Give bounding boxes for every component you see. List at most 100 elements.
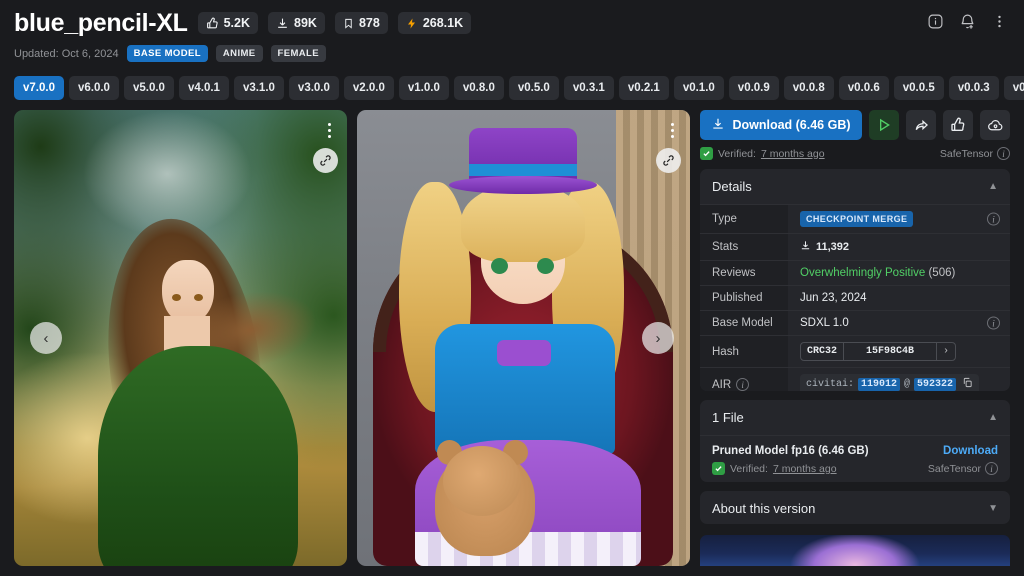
version-tab-16[interactable]: v0.0.5 <box>894 76 944 100</box>
image-more-icon[interactable] <box>663 117 681 143</box>
cloud-lock-button[interactable] <box>980 110 1010 140</box>
version-tab-17[interactable]: v0.0.3 <box>949 76 999 100</box>
file-verified-time-link[interactable]: 7 months ago <box>773 463 837 475</box>
version-tab-8[interactable]: v0.8.0 <box>454 76 504 100</box>
details-panel-header[interactable]: Details ▲ <box>700 169 1010 204</box>
file-verified-label: Verified: <box>730 463 768 475</box>
generate-button[interactable] <box>869 110 899 140</box>
more-vertical-icon[interactable] <box>984 6 1014 36</box>
remix-icon[interactable] <box>656 148 681 173</box>
model-page: blue_pencil-XL 5.2K 89K 878 <box>0 0 1024 576</box>
info-icon[interactable]: i <box>736 378 749 391</box>
decor-eye-right <box>537 258 554 274</box>
decor-face <box>162 260 214 324</box>
version-tab-11[interactable]: v0.2.1 <box>619 76 669 100</box>
carousel-image-1[interactable]: ‹ <box>14 110 347 566</box>
carousel-next-button[interactable]: › <box>642 322 674 354</box>
version-tab-3[interactable]: v4.0.1 <box>179 76 229 100</box>
hash-value: 15F98C4B <box>844 343 936 360</box>
version-tab-4[interactable]: v3.1.0 <box>234 76 284 100</box>
file-row: Pruned Model fp16 (6.46 GB) Download Ver… <box>700 435 1010 481</box>
safetensor-group: SafeTensor i <box>940 147 1010 160</box>
image-carousel: ‹ <box>14 110 690 566</box>
verified-left: Verified: 7 months ago <box>700 147 825 160</box>
stat-buzz[interactable]: 268.1K <box>398 12 471 34</box>
details-table: Type CHECKPOINT MERGE i Stats <box>700 204 1010 391</box>
air-value-box[interactable]: civitai: 119012 @ 592322 <box>800 374 979 391</box>
version-tab-12[interactable]: v0.1.0 <box>674 76 724 100</box>
version-tab-18[interactable]: v0.0.1 <box>1004 76 1024 100</box>
tag-anime[interactable]: ANIME <box>216 45 263 62</box>
decor-hat-band <box>469 164 577 176</box>
about-panel-header[interactable]: About this version ▼ <box>700 491 1010 525</box>
row-key-reviews: Reviews <box>700 261 788 286</box>
files-heading: 1 File <box>712 410 744 425</box>
version-tab-5[interactable]: v3.0.0 <box>289 76 339 100</box>
model-sidebar: Download (6.46 GB) <box>700 110 1010 566</box>
decor-green-dress <box>98 346 298 566</box>
verified-time-link[interactable]: 7 months ago <box>761 148 825 160</box>
carousel-prev-button[interactable]: ‹ <box>30 322 62 354</box>
version-tab-6[interactable]: v2.0.0 <box>344 76 394 100</box>
air-prefix: civitai: <box>806 379 854 390</box>
table-row: Hash CRC32 15F98C4B › <box>700 336 1010 368</box>
table-row: Stats 11,392 <box>700 234 1010 261</box>
version-tab-0[interactable]: v7.0.0 <box>14 76 64 100</box>
copy-icon[interactable] <box>962 377 973 391</box>
about-panel: About this version ▼ <box>700 491 1010 525</box>
row-value-published: Jun 23, 2024 <box>788 286 1010 311</box>
hash-algo-label: CRC32 <box>801 343 844 360</box>
info-icon[interactable]: i <box>997 147 1010 160</box>
remix-icon[interactable] <box>313 148 338 173</box>
row-key-type: Type <box>700 205 788 234</box>
header-icon-group <box>920 6 1014 36</box>
row-key-hash: Hash <box>700 336 788 368</box>
chevron-right-icon[interactable]: › <box>936 343 955 360</box>
version-tabs: v7.0.0 v6.0.0 v5.0.0 v4.0.1 v3.1.0 v3.0.… <box>0 76 1024 100</box>
file-download-link[interactable]: Download <box>943 445 998 457</box>
bell-plus-icon[interactable] <box>952 6 982 36</box>
bottom-preview-banner[interactable] <box>700 535 1010 566</box>
carousel-image-2[interactable]: › <box>357 110 690 566</box>
image-more-icon[interactable] <box>320 117 338 143</box>
stat-bookmarks[interactable]: 878 <box>335 12 388 34</box>
share-button[interactable] <box>906 110 936 140</box>
row-key-published: Published <box>700 286 788 311</box>
info-icon[interactable]: i <box>985 462 998 475</box>
info-icon[interactable]: i <box>987 317 1000 330</box>
verified-label: Verified: <box>718 148 756 160</box>
file-bottom-row: Verified: 7 months ago SafeTensor i <box>712 462 998 475</box>
files-panel-header[interactable]: 1 File ▲ <box>700 400 1010 435</box>
hash-control[interactable]: CRC32 15F98C4B › <box>800 342 956 361</box>
table-row: AIR i civitai: 119012 @ 592322 <box>700 368 1010 392</box>
version-tab-1[interactable]: v6.0.0 <box>69 76 119 100</box>
decor-hat-brim <box>449 176 597 194</box>
version-tab-13[interactable]: v0.0.9 <box>729 76 779 100</box>
version-tab-9[interactable]: v0.5.0 <box>509 76 559 100</box>
version-tab-2[interactable]: v5.0.0 <box>124 76 174 100</box>
stat-downloads[interactable]: 89K <box>268 12 325 34</box>
download-button-label: Download (6.46 GB) <box>732 118 850 132</box>
details-panel: Details ▲ Type CHECKPOINT MERGE i Stats <box>700 169 1010 391</box>
version-tab-10[interactable]: v0.3.1 <box>564 76 614 100</box>
lightning-bolt-icon <box>406 17 418 30</box>
stat-likes[interactable]: 5.2K <box>198 12 258 34</box>
version-tab-15[interactable]: v0.0.6 <box>839 76 889 100</box>
stat-bookmarks-value: 878 <box>359 16 380 30</box>
row-value-stats: 11,392 <box>788 234 1010 261</box>
like-button[interactable] <box>943 110 973 140</box>
main-content: ‹ <box>0 100 1024 566</box>
thumbs-up-icon <box>206 17 219 30</box>
tag-base-model[interactable]: BASE MODEL <box>127 45 208 62</box>
stat-likes-value: 5.2K <box>224 16 250 30</box>
reviews-sentiment[interactable]: Overwhelmingly Positive <box>800 267 925 279</box>
info-icon[interactable] <box>920 6 950 36</box>
version-tab-14[interactable]: v0.0.8 <box>784 76 834 100</box>
reviews-count: (506) <box>928 267 955 279</box>
title-row: blue_pencil-XL 5.2K 89K 878 <box>14 8 1010 38</box>
tag-female[interactable]: FEMALE <box>271 45 326 62</box>
row-value-hash: CRC32 15F98C4B › <box>788 336 1010 368</box>
download-button[interactable]: Download (6.46 GB) <box>700 110 862 140</box>
info-icon[interactable]: i <box>987 213 1000 226</box>
version-tab-7[interactable]: v1.0.0 <box>399 76 449 100</box>
